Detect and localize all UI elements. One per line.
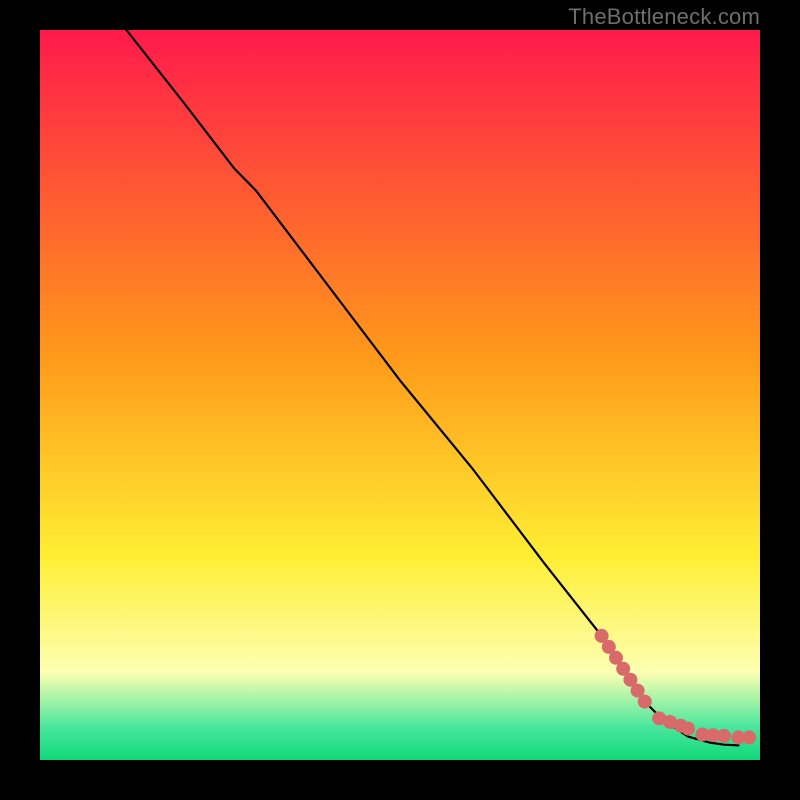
data-point bbox=[638, 695, 652, 709]
data-point bbox=[681, 722, 695, 736]
data-point bbox=[717, 729, 731, 743]
plot-area bbox=[40, 30, 760, 760]
watermark-text: TheBottleneck.com bbox=[568, 4, 760, 30]
chart-stage: TheBottleneck.com bbox=[0, 0, 800, 800]
curve-line bbox=[126, 30, 738, 745]
data-point bbox=[742, 730, 756, 744]
marker-group bbox=[595, 629, 757, 745]
chart-overlay bbox=[40, 30, 760, 760]
